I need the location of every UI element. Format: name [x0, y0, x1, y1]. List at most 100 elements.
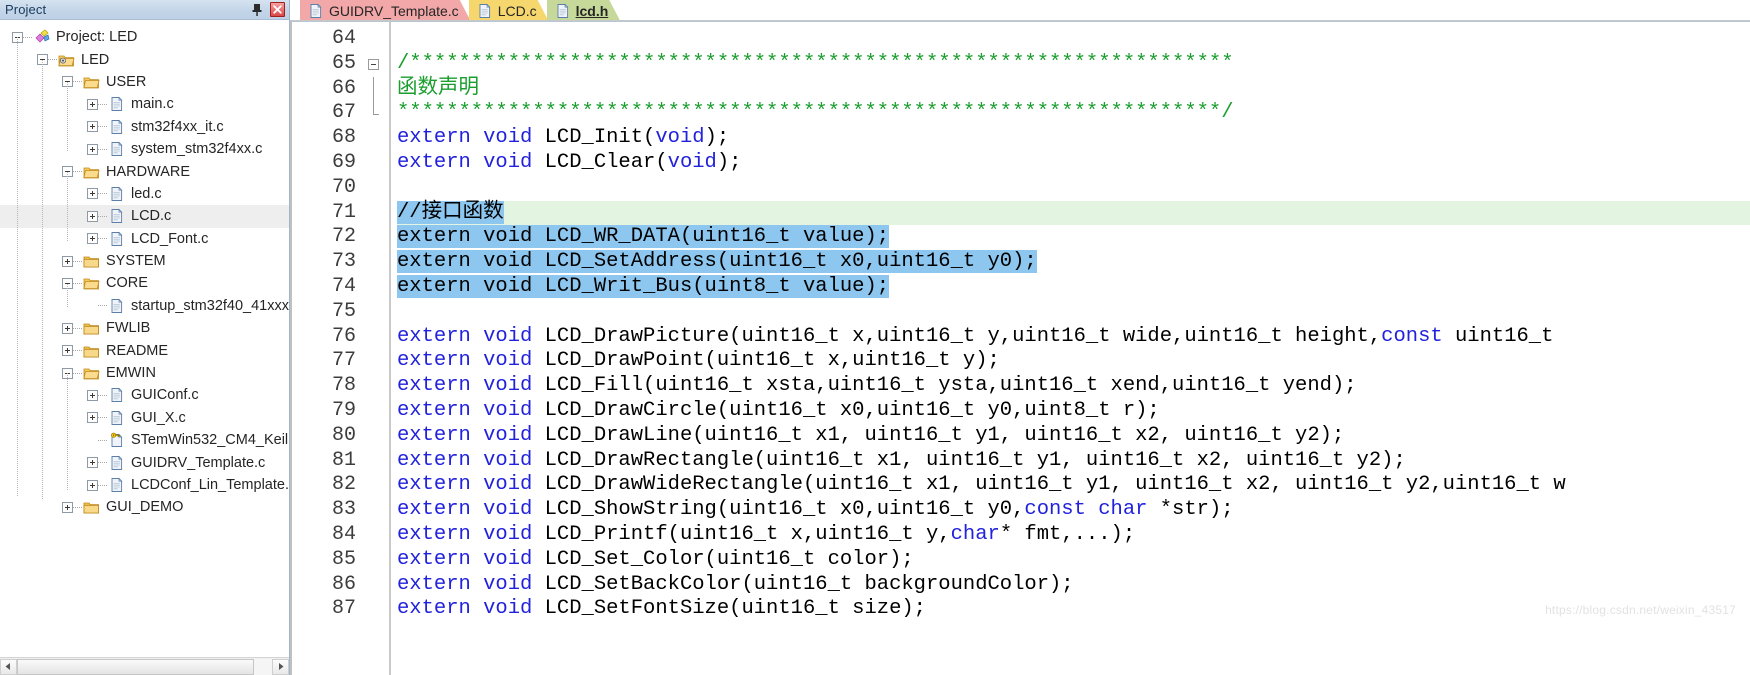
code-line[interactable]: ****************************************… — [397, 101, 1750, 126]
code-line[interactable]: 函数声明 — [397, 77, 1750, 102]
line-number: 66 — [331, 76, 356, 100]
pin-icon[interactable] — [249, 2, 265, 18]
tree-item-emwin[interactable]: EMWIN — [0, 362, 289, 384]
hscroll-thumb[interactable] — [17, 658, 254, 675]
code-line[interactable]: extern void LCD_Printf(uint16_t x,uint16… — [397, 523, 1750, 548]
hscroll-track[interactable] — [17, 658, 272, 675]
code-line[interactable]: extern void LCD_DrawPicture(uint16_t x,u… — [397, 325, 1750, 350]
line-number: 73 — [331, 250, 356, 274]
code-text: LCD_ShowString(uint16_t x0,uint16_t y0, — [544, 498, 1025, 522]
expand-plus-icon[interactable] — [87, 98, 98, 110]
fold-cell[interactable] — [366, 52, 388, 77]
fold-collapse-icon[interactable] — [368, 58, 379, 70]
tree-item-main-c[interactable]: main.c — [0, 93, 289, 115]
tree-item-fwlib[interactable]: FWLIB — [0, 317, 289, 339]
expand-plus-icon[interactable] — [62, 501, 73, 513]
tree-item-stm32f4xx-it-c[interactable]: stm32f4xx_it.c — [0, 116, 289, 138]
code-line[interactable]: extern void LCD_DrawRectangle(uint16_t x… — [397, 449, 1750, 474]
code-line[interactable]: //接口函数 — [397, 200, 1750, 226]
tree-guide-line — [67, 82, 68, 152]
line-number: 76 — [331, 324, 356, 348]
code-line[interactable]: /***************************************… — [397, 52, 1750, 77]
tree-item-led-c[interactable]: led.c — [0, 183, 289, 205]
project-horizontal-scrollbar[interactable] — [0, 657, 289, 675]
fold-cell — [366, 101, 388, 126]
tree-item-lcdconf-lin-template-c[interactable]: LCDConf_Lin_Template.c — [0, 474, 289, 496]
c-file-icon — [476, 3, 493, 19]
tree-connector — [98, 417, 107, 419]
code-line[interactable]: extern void LCD_SetAddress(uint16_t x0,u… — [397, 250, 1750, 275]
tree-connector — [73, 372, 82, 374]
expand-plus-icon[interactable] — [87, 479, 98, 491]
tree-item-label: EMWIN — [106, 365, 156, 382]
tree-item-stemwin532-cm4-keil-lib[interactable]: STemWin532_CM4_Keil.lib — [0, 429, 289, 451]
tree-item-hardware[interactable]: HARDWARE — [0, 160, 289, 182]
tree-item-lcd-font-c[interactable]: LCD_Font.c — [0, 228, 289, 250]
code-line[interactable]: extern void LCD_Clear(void); — [397, 151, 1750, 176]
code-line[interactable]: extern void LCD_DrawPoint(uint16_t x,uin… — [397, 349, 1750, 374]
tree-item-led[interactable]: LED — [0, 48, 289, 70]
code-line[interactable]: extern void LCD_DrawWideRectangle(uint16… — [397, 473, 1750, 498]
tree-item-guidrv-template-c[interactable]: GUIDRV_Template.c — [0, 451, 289, 473]
code-line[interactable]: extern void LCD_Writ_Bus(uint8_t value); — [397, 274, 1750, 300]
code-line[interactable]: extern void LCD_Fill(uint16_t xsta,uint1… — [397, 374, 1750, 399]
expand-plus-icon[interactable] — [62, 322, 73, 334]
fold-cell — [366, 201, 388, 226]
line-number: 84 — [331, 522, 356, 546]
fold-cell — [366, 27, 388, 52]
code-line[interactable] — [397, 300, 1750, 325]
code-text-area[interactable]: /***************************************… — [391, 22, 1750, 675]
tree-connector — [98, 238, 107, 240]
code-editor[interactable]: 64 65 66 67 68 69 70 71 72 73 74 75 76 77 78 79 80 81 82 83… — [290, 21, 1750, 675]
expand-plus-icon[interactable] — [87, 143, 98, 155]
line-number: 79 — [331, 398, 356, 422]
code-line[interactable]: extern void LCD_DrawCircle(uint16_t x0,u… — [397, 399, 1750, 424]
tree-item-user[interactable]: USER — [0, 71, 289, 93]
scroll-left-arrow-icon[interactable] — [0, 658, 17, 675]
code-line[interactable]: extern void LCD_SetFontSize(uint16_t siz… — [397, 597, 1750, 622]
code-line[interactable]: extern void LCD_DrawLine(uint16_t x1, ui… — [397, 424, 1750, 449]
tree-item-gui-x-c[interactable]: GUI_X.c — [0, 407, 289, 429]
code-line[interactable] — [397, 176, 1750, 201]
expand-plus-icon[interactable] — [87, 188, 98, 200]
fold-cell — [366, 325, 388, 350]
project-tree[interactable]: Project: LED LED USER main.c stm32f4xx_it.c s… — [0, 20, 289, 657]
expand-plus-icon[interactable] — [62, 345, 73, 357]
editor-tab-lcd-h[interactable]: lcd.h — [547, 0, 621, 21]
expand-plus-icon[interactable] — [87, 412, 98, 424]
c-file-icon — [111, 410, 123, 425]
tree-item-gui-demo[interactable]: GUI_DEMO — [0, 496, 289, 518]
tree-item-readme[interactable]: README — [0, 339, 289, 361]
code-line[interactable]: extern void LCD_SetBackColor(uint16_t ba… — [397, 573, 1750, 598]
tree-item-guiconf-c[interactable]: GUIConf.c — [0, 384, 289, 406]
editor-tab-lcd-c[interactable]: LCD.c — [469, 0, 549, 21]
expand-plus-icon[interactable] — [87, 210, 98, 222]
tree-item-system-stm32f4xx-c[interactable]: system_stm32f4xx.c — [0, 138, 289, 160]
expand-plus-icon[interactable] — [87, 121, 98, 133]
code-line[interactable]: extern void LCD_WR_DATA(uint16_t value); — [397, 225, 1750, 250]
line-number: 87 — [331, 597, 356, 621]
code-line[interactable]: extern void LCD_ShowString(uint16_t x0,u… — [397, 498, 1750, 523]
tree-item-startup-stm32f40-41xxx-s[interactable]: startup_stm32f40_41xxx.s — [0, 295, 289, 317]
tree-item-system[interactable]: SYSTEM — [0, 250, 289, 272]
code-keyword: extern void — [397, 423, 545, 447]
expand-plus-icon[interactable] — [87, 233, 98, 245]
fold-cell — [366, 548, 388, 573]
code-line[interactable] — [397, 27, 1750, 52]
tree-item-lcd-c[interactable]: LCD.c — [0, 205, 289, 228]
code-line[interactable]: extern void LCD_Set_Color(uint16_t color… — [397, 548, 1750, 573]
tree-item-label: GUI_X.c — [131, 409, 186, 426]
expand-plus-icon[interactable] — [87, 457, 98, 469]
expand-plus-icon[interactable] — [87, 389, 98, 401]
code-text: *str); — [1147, 498, 1234, 522]
tree-item-core[interactable]: CORE — [0, 272, 289, 294]
code-line[interactable]: extern void LCD_Init(void); — [397, 126, 1750, 151]
tree-item-project-led[interactable]: Project: LED — [0, 26, 289, 48]
lib-file-icon — [111, 432, 123, 448]
scroll-right-arrow-icon[interactable] — [272, 658, 289, 675]
close-icon[interactable] — [270, 2, 285, 17]
editor-tab-guidrv-template-c[interactable]: GUIDRV_Template.c — [300, 0, 471, 21]
line-number: 83 — [331, 498, 356, 522]
expand-plus-icon[interactable] — [62, 255, 73, 267]
fold-margin[interactable] — [366, 22, 388, 675]
